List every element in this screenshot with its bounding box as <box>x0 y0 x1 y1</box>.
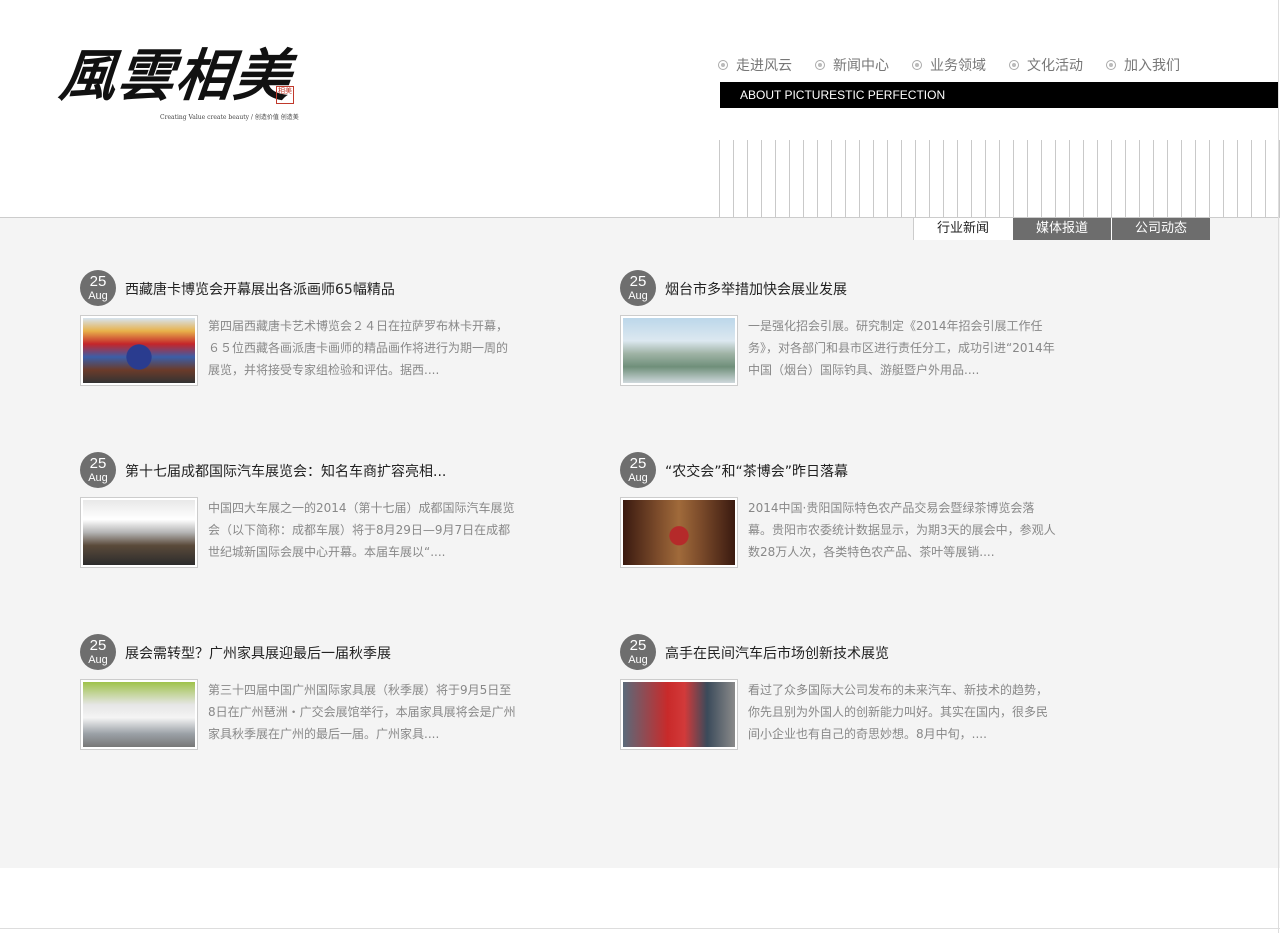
date-month: Aug <box>88 654 108 666</box>
nav-item-label: 业务领域 <box>930 58 986 74</box>
decorative-stripes <box>719 140 1280 217</box>
news-item: 25 Aug 烟台市多举措加快会展业发展 一是强化招会引展。研究制定《2014年… <box>620 270 1090 390</box>
news-title[interactable]: 西藏唐卡博览会开幕展出各派画师65幅精品 <box>125 279 395 299</box>
bullet-icon <box>912 60 922 70</box>
nav-item-label: 新闻中心 <box>833 58 889 74</box>
news-excerpt: 第四届西藏唐卡艺术博览会２４日在拉萨罗布林卡开幕，６５位西藏各画派唐卡画师的精品… <box>208 319 509 377</box>
logo[interactable]: 風雲相美 相美 Creating Value create beauty / 创… <box>57 40 300 125</box>
auto-show-image <box>83 500 195 565</box>
news-excerpt: 中国四大车展之一的2014（第十七届）成都国际汽车展览会（以下简称：成都车展）将… <box>208 501 515 559</box>
header: 風雲相美 相美 Creating Value create beauty / 创… <box>0 0 1280 217</box>
date-month: Aug <box>628 472 648 484</box>
date-day: 25 <box>629 273 647 290</box>
bullet-icon <box>815 60 825 70</box>
nav-item-business[interactable]: 业务领域 <box>912 55 986 75</box>
news-excerpt: 一是强化招会引展。研究制定《2014年招会引展工作任务》，对各部门和县市区进行责… <box>748 319 1055 377</box>
news-title[interactable]: 烟台市多举措加快会展业发展 <box>665 279 847 299</box>
news-tabs: 行业新闻 媒体报道 公司动态 <box>913 218 1210 240</box>
footer <box>0 868 1280 933</box>
date-badge: 25 Aug <box>80 452 116 488</box>
city-aerial-image <box>623 318 735 383</box>
date-badge: 25 Aug <box>80 270 116 306</box>
news-thumbnail[interactable] <box>620 679 738 750</box>
news-title[interactable]: 第十七届成都国际汽车展览会：知名车商扩容亮相... <box>125 461 446 481</box>
news-thumbnail[interactable] <box>620 315 738 386</box>
footer-divider <box>0 928 1280 929</box>
date-day: 25 <box>89 637 107 654</box>
thangka-image <box>83 318 195 383</box>
tea-expo-image <box>623 500 735 565</box>
news-item: 25 Aug 高手在民间汽车后市场创新技术展览 看过了众多国际大公司发布的未来汽… <box>620 634 1090 754</box>
news-thumbnail[interactable] <box>620 497 738 568</box>
logo-text: 風雲相美 <box>56 43 296 109</box>
date-month: Aug <box>88 290 108 302</box>
nav-item-about[interactable]: 走进风云 <box>718 55 792 75</box>
news-item: 25 Aug 第十七届成都国际汽车展览会：知名车商扩容亮相... 中国四大车展之… <box>80 452 550 572</box>
tab-industry-news[interactable]: 行业新闻 <box>913 218 1012 240</box>
nav-item-join[interactable]: 加入我们 <box>1106 55 1180 75</box>
date-month: Aug <box>88 472 108 484</box>
news-section: 行业新闻 媒体报道 公司动态 25 Aug 西藏唐卡博览会开幕展出各派画师65幅… <box>0 218 1280 868</box>
logo-tagline: Creating Value create beauty / 创造价值 创造美 <box>160 114 299 121</box>
nav-item-label: 加入我们 <box>1124 58 1180 74</box>
date-month: Aug <box>628 654 648 666</box>
news-title[interactable]: “农交会”和“茶博会”昨日落幕 <box>665 461 848 481</box>
date-day: 25 <box>89 273 107 290</box>
news-excerpt: 2014中国·贵阳国际特色农产品交易会暨绿茶博览会落幕。贵阳市农委统计数据显示，… <box>748 501 1056 559</box>
date-badge: 25 Aug <box>80 634 116 670</box>
tab-company-news[interactable]: 公司动态 <box>1111 218 1210 240</box>
furniture-expo-image <box>83 682 195 747</box>
date-day: 25 <box>89 455 107 472</box>
date-badge: 25 Aug <box>620 452 656 488</box>
news-item: 25 Aug 展会需转型？广州家具展迎最后一届秋季展 第三十四届中国广州国际家具… <box>80 634 550 754</box>
page-edge <box>1278 0 1279 933</box>
bullet-icon <box>1106 60 1116 70</box>
nav-item-label: 文化活动 <box>1027 58 1083 74</box>
tab-media-reports[interactable]: 媒体报道 <box>1012 218 1111 240</box>
news-excerpt: 第三十四届中国广州国际家具展（秋季展）将于9月5日至8日在广州琶洲・广交会展馆举… <box>208 683 516 741</box>
date-month: Aug <box>628 290 648 302</box>
bullet-icon <box>718 60 728 70</box>
news-excerpt: 看过了众多国际大公司发布的未来汽车、新技术的趋势，你先且别为外国人的创新能力叫好… <box>748 683 1049 741</box>
logo-seal: 相美 <box>276 86 294 104</box>
main-nav: 走进风云 新闻中心 业务领域 文化活动 加入我们 <box>718 55 1203 75</box>
news-thumbnail[interactable] <box>80 497 198 568</box>
exhibition-hall-image <box>623 682 735 747</box>
nav-item-label: 走进风云 <box>736 58 792 74</box>
news-title[interactable]: 展会需转型？广州家具展迎最后一届秋季展 <box>125 643 391 663</box>
news-title[interactable]: 高手在民间汽车后市场创新技术展览 <box>665 643 889 663</box>
news-item: 25 Aug 西藏唐卡博览会开幕展出各派画师65幅精品 第四届西藏唐卡艺术博览会… <box>80 270 550 390</box>
date-day: 25 <box>629 637 647 654</box>
nav-item-culture[interactable]: 文化活动 <box>1009 55 1083 75</box>
slogan-banner: ABOUT PICTURESTIC PERFECTION <box>720 82 1278 108</box>
date-day: 25 <box>629 455 647 472</box>
date-badge: 25 Aug <box>620 270 656 306</box>
date-badge: 25 Aug <box>620 634 656 670</box>
nav-item-news[interactable]: 新闻中心 <box>815 55 889 75</box>
news-thumbnail[interactable] <box>80 315 198 386</box>
news-thumbnail[interactable] <box>80 679 198 750</box>
bullet-icon <box>1009 60 1019 70</box>
news-item: 25 Aug “农交会”和“茶博会”昨日落幕 2014中国·贵阳国际特色农产品交… <box>620 452 1090 572</box>
